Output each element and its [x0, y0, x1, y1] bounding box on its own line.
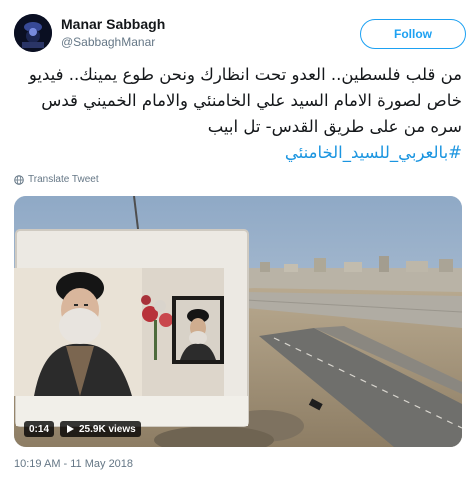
video-views-badge: 25.9K views — [60, 421, 141, 437]
play-icon — [67, 425, 74, 433]
translate-tweet-link[interactable]: Translate Tweet — [14, 174, 99, 185]
user-handle[interactable]: @SabbaghManar — [61, 35, 155, 49]
globe-icon — [14, 174, 24, 185]
hashtag-link[interactable]: #بالعربي_للسيد_الخامنئي — [14, 140, 462, 166]
tweet-timestamp[interactable]: 10:19 AM - 11 May 2018 — [14, 458, 133, 470]
video-player[interactable]: 0:14 25.9K views — [14, 196, 462, 447]
tweet-header: Manar Sabbagh @SabbaghManar Follow — [14, 13, 466, 57]
avatar-image — [14, 14, 52, 52]
avatar[interactable] — [14, 14, 52, 52]
tweet-text-line: من قلب فلسطين.. العدو تحت انظارك ونحن طو… — [28, 65, 462, 84]
video-views-count: 25.9K views — [79, 423, 136, 435]
tweet-text-line: سره من على طريق القدس- تل ابيب — [207, 117, 462, 136]
tweet-text: من قلب فلسطين.. العدو تحت انظارك ونحن طو… — [14, 62, 462, 166]
follow-button[interactable]: Follow — [360, 19, 466, 49]
video-thumbnail — [14, 196, 462, 447]
tweet-text-line: خاص لصورة الامام السيد علي الخامنئي والا… — [41, 91, 462, 110]
user-display-name[interactable]: Manar Sabbagh — [61, 16, 165, 32]
video-time-badge: 0:14 — [24, 421, 55, 437]
translate-label[interactable]: Translate Tweet — [28, 174, 99, 185]
